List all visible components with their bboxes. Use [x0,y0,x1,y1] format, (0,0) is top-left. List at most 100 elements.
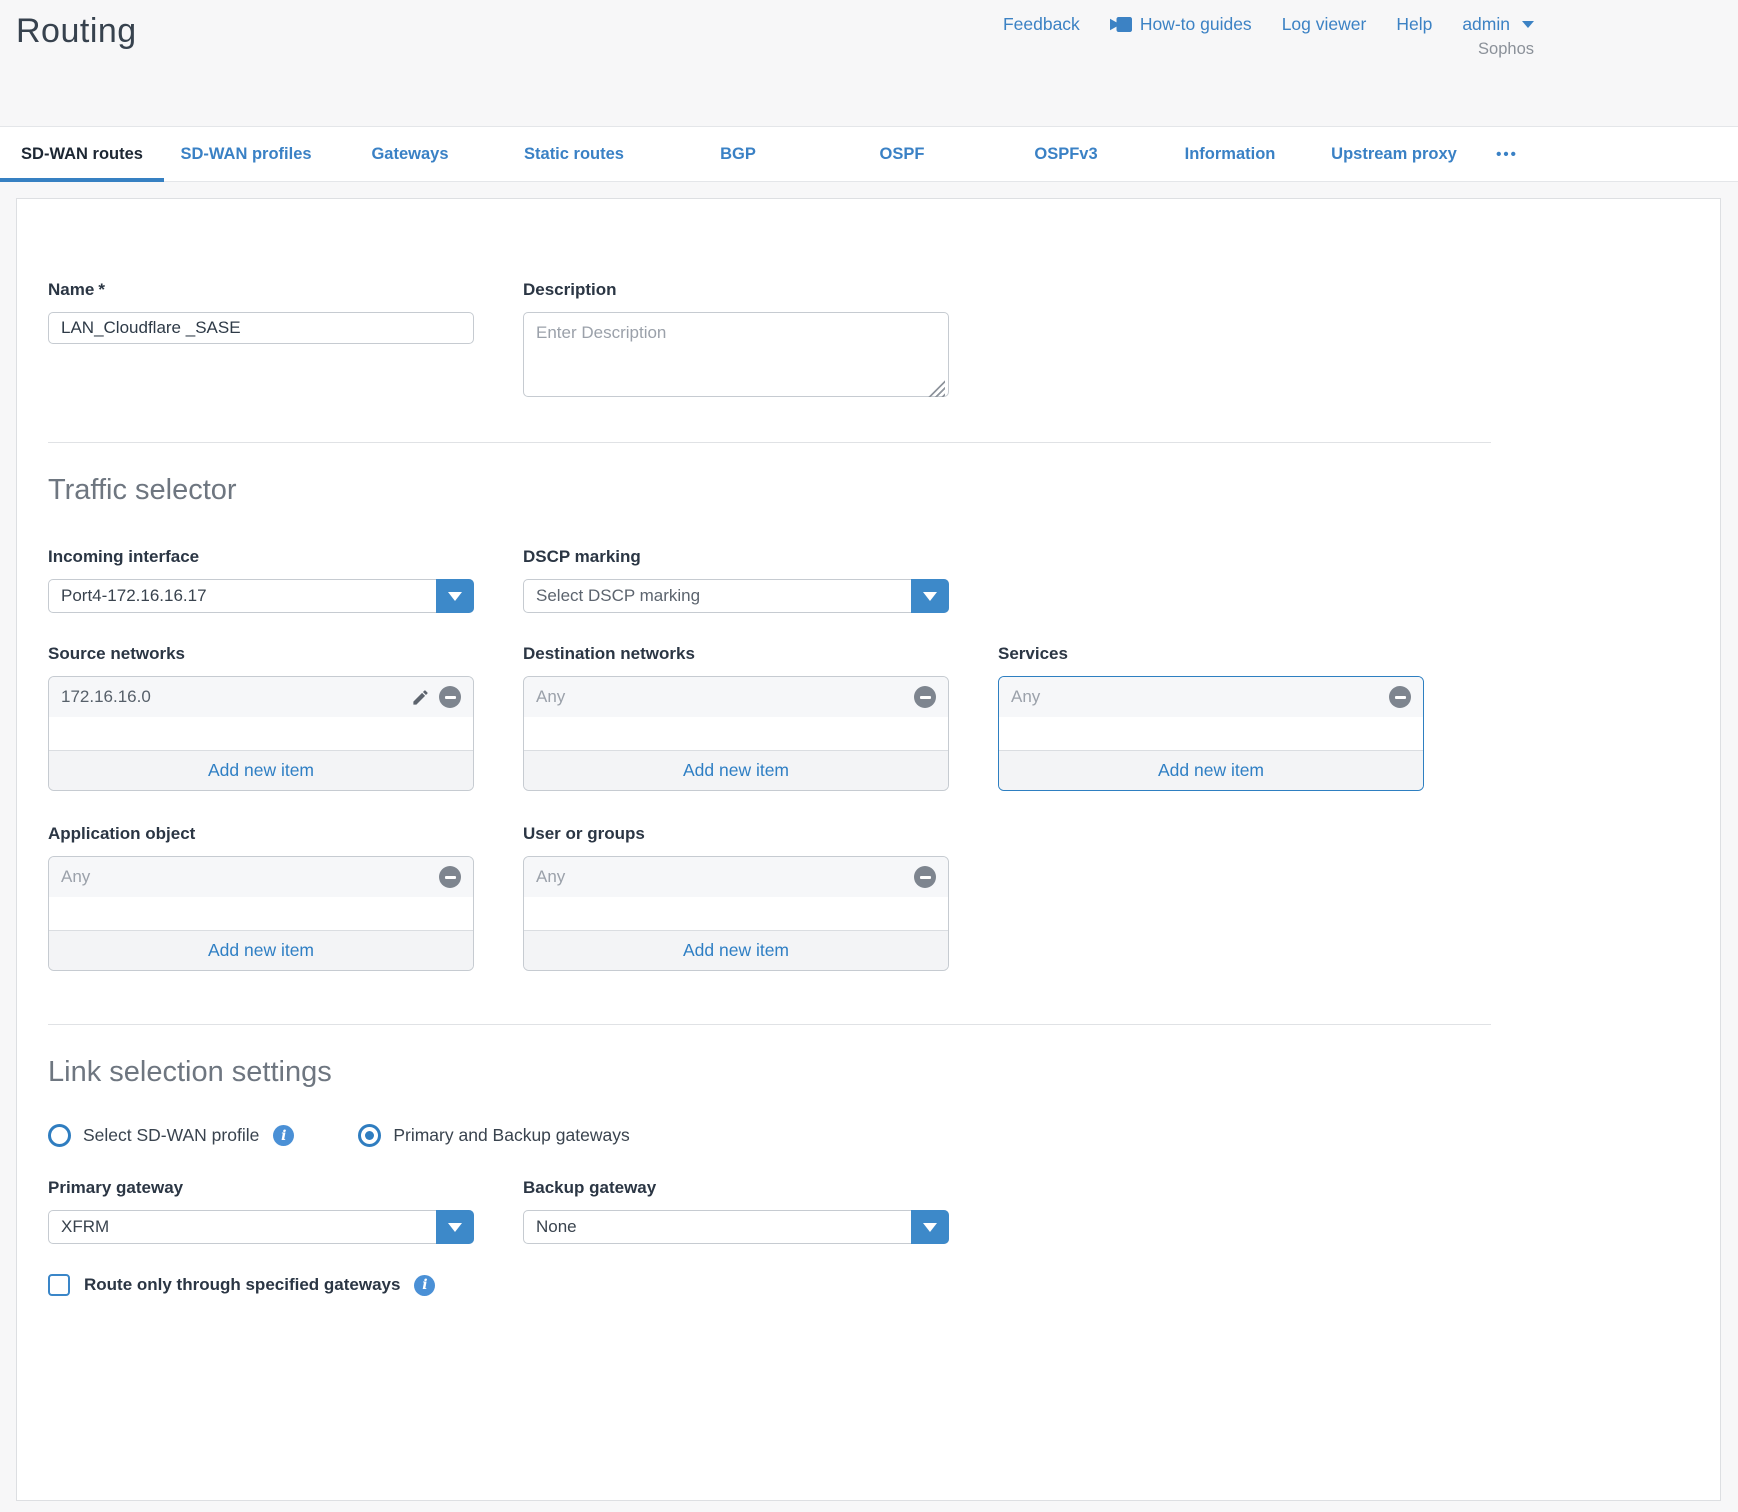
list-item[interactable]: Any [524,857,948,897]
list-item[interactable]: 172.16.16.0 [49,677,473,717]
list-item[interactable]: Any [49,857,473,897]
edit-icon[interactable] [409,686,431,708]
required-mark: * [98,280,105,299]
log-viewer-label: Log viewer [1282,14,1367,35]
tab-sdwan-profiles[interactable]: SD-WAN profiles [164,127,328,181]
add-new-item-button[interactable]: Add new item [999,750,1423,790]
tab-bgp[interactable]: BGP [656,127,820,181]
dscp-marking-label: DSCP marking [523,547,949,567]
dscp-marking-value: Select DSCP marking [524,580,911,612]
tab-static-routes[interactable]: Static routes [492,127,656,181]
backup-gateway-select[interactable]: None [523,1210,949,1244]
video-camera-icon [1110,17,1132,32]
list-empty-area [524,717,948,750]
tab-ospf[interactable]: OSPF [820,127,984,181]
help-link[interactable]: Help [1396,14,1432,35]
application-object-field: Application object Any Add new item [48,824,474,971]
list-empty-area [999,717,1423,750]
tab-gateways[interactable]: Gateways [328,127,492,181]
destination-networks-field: Destination networks Any Add new item [523,644,949,791]
interface-dscp-row: Incoming interface Port4-172.16.16.17 DS… [48,547,1491,613]
page-header: Routing Feedback How-to guides Log viewe… [0,0,1738,126]
user-or-groups-listbox: Any Add new item [523,856,949,971]
user-or-groups-field: User or groups Any Add new item [523,824,949,971]
sdwan-route-form-panel: Name* Description Traffic selector Incom… [16,198,1721,1501]
feedback-link[interactable]: Feedback [1003,14,1080,35]
remove-icon[interactable] [914,686,936,708]
info-icon[interactable]: i [414,1275,435,1296]
dropdown-button[interactable] [911,579,949,613]
dscp-marking-select[interactable]: Select DSCP marking [523,579,949,613]
tab-ospfv3[interactable]: OSPFv3 [984,127,1148,181]
primary-gateway-field: Primary gateway XFRM [48,1178,474,1244]
services-label: Services [998,644,1424,664]
section-divider [48,442,1491,443]
add-new-item-button[interactable]: Add new item [524,750,948,790]
chevron-down-icon [448,1223,462,1232]
name-input[interactable] [48,312,474,344]
howto-guides-link[interactable]: How-to guides [1110,14,1252,35]
dropdown-button[interactable] [436,1210,474,1244]
incoming-interface-value: Port4-172.16.16.17 [49,580,436,612]
list-empty-area [524,897,948,930]
application-object-label: Application object [48,824,474,844]
list-item-text: Any [536,687,914,707]
list-item-text: Any [61,867,439,887]
add-new-item-button[interactable]: Add new item [49,930,473,970]
source-networks-listbox: 172.16.16.0 Add new item [48,676,474,791]
remove-icon[interactable] [439,686,461,708]
add-new-item-button[interactable]: Add new item [524,930,948,970]
remove-icon[interactable] [914,866,936,888]
route-only-checkbox[interactable] [48,1274,70,1296]
backup-gateway-value: None [524,1211,911,1243]
chevron-down-icon [923,592,937,601]
remove-icon[interactable] [439,866,461,888]
add-new-item-button[interactable]: Add new item [49,750,473,790]
dropdown-button[interactable] [911,1210,949,1244]
admin-menu[interactable]: admin [1462,14,1534,35]
dscp-marking-field: DSCP marking Select DSCP marking [523,547,949,613]
radio-primary-backup-gateways[interactable] [358,1124,381,1147]
dropdown-button[interactable] [436,579,474,613]
link-selection-radios: Select SD-WAN profile i Primary and Back… [48,1124,1491,1147]
section-divider [48,1024,1491,1025]
more-tabs-button[interactable]: ••• [1476,127,1538,181]
tab-sdwan-routes[interactable]: SD-WAN routes [0,127,164,181]
primary-gateway-select[interactable]: XFRM [48,1210,474,1244]
chevron-down-icon [923,1223,937,1232]
list-item-text: Any [536,867,914,887]
log-viewer-link[interactable]: Log viewer [1282,14,1367,35]
list-item[interactable]: Any [999,677,1423,717]
incoming-interface-select[interactable]: Port4-172.16.16.17 [48,579,474,613]
destination-networks-label: Destination networks [523,644,949,664]
name-field: Name* [48,280,474,402]
source-networks-label: Source networks [48,644,474,664]
list-empty-area [49,897,473,930]
tab-bar: SD-WAN routes SD-WAN profiles Gateways S… [0,126,1738,182]
list-item-text: Any [1011,687,1389,707]
radio-select-sdwan-profile[interactable] [48,1124,71,1147]
name-description-row: Name* Description [48,280,1491,402]
list-item[interactable]: Any [524,677,948,717]
chevron-down-icon [448,592,462,601]
route-only-row: Route only through specified gateways i [48,1274,1491,1296]
tab-information[interactable]: Information [1148,127,1312,181]
list-item-text: 172.16.16.0 [61,687,409,707]
tab-upstream-proxy[interactable]: Upstream proxy [1312,127,1476,181]
backup-gateway-field: Backup gateway None [523,1178,949,1244]
admin-label: admin [1462,14,1510,35]
remove-icon[interactable] [1389,686,1411,708]
radio-primary-backup-label: Primary and Backup gateways [393,1125,629,1146]
chevron-down-icon [1522,21,1534,28]
info-icon[interactable]: i [273,1125,294,1146]
feedback-label: Feedback [1003,14,1080,35]
description-textarea[interactable] [523,312,949,397]
list-empty-area [49,717,473,750]
name-label: Name* [48,280,474,300]
brand-label: Sophos [1478,40,1534,59]
application-users-row: Application object Any Add new item User… [48,824,1491,971]
link-selection-heading: Link selection settings [48,1056,1491,1089]
application-object-listbox: Any Add new item [48,856,474,971]
help-label: Help [1396,14,1432,35]
header-links: Feedback How-to guides Log viewer Help a… [1003,14,1534,35]
